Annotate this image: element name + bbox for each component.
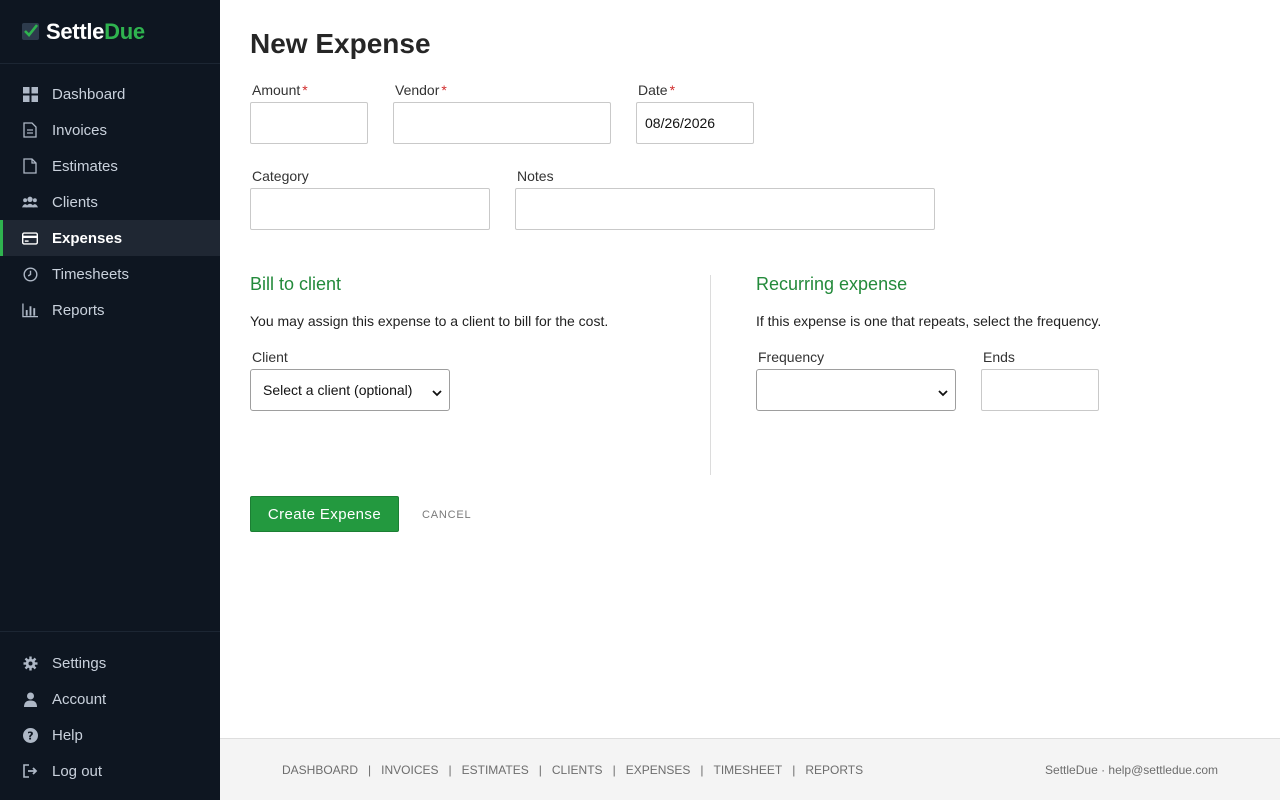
footer-link-estimates[interactable]: ESTIMATES	[462, 763, 529, 777]
sidebar-item-settings[interactable]: Settings	[0, 645, 220, 681]
chevron-down-icon	[938, 385, 948, 401]
vendor-field[interactable]	[393, 102, 611, 144]
amount-field[interactable]	[250, 102, 368, 144]
document-icon	[22, 158, 38, 174]
sidebar-item-timesheets[interactable]: Timesheets	[0, 256, 220, 292]
brand-name: SettleDue	[46, 19, 145, 45]
footer-nav: DASHBOARD | INVOICES | ESTIMATES | CLIEN…	[282, 763, 863, 777]
footer-link-dashboard[interactable]: DASHBOARD	[282, 763, 358, 777]
recurring-expense-heading: Recurring expense	[756, 274, 908, 294]
bill-to-client-heading: Bill to client	[250, 274, 342, 294]
footer-separator: |	[448, 763, 452, 777]
date-label: Date *	[638, 82, 675, 98]
sidebar-item-label: Help	[52, 726, 83, 744]
sidebar-item-label: Estimates	[52, 157, 118, 175]
date-label-text: Date	[638, 82, 668, 98]
footer-link-reports[interactable]: REPORTS	[805, 763, 863, 777]
sidebar-item-label: Settings	[52, 654, 107, 672]
sidebar-bottom-nav: Settings Account ? Help Log out	[0, 631, 220, 789]
required-mark: *	[302, 82, 308, 98]
notes-label: Notes	[517, 168, 554, 184]
sidebar-item-label: Timesheets	[52, 265, 129, 283]
notes-field[interactable]	[515, 188, 935, 230]
footer-contact: SettleDue · help@settledue.com	[1045, 763, 1218, 777]
footer: DASHBOARD | INVOICES | ESTIMATES | CLIEN…	[220, 738, 1280, 800]
sidebar-item-logout[interactable]: Log out	[0, 753, 220, 789]
sidebar-item-invoices[interactable]: Invoices	[0, 112, 220, 148]
brand-name-part2: Due	[104, 18, 145, 44]
footer-separator: |	[368, 763, 372, 777]
sidebar-item-label: Invoices	[52, 121, 108, 139]
create-expense-button[interactable]: Create Expense	[250, 496, 399, 532]
brand-name-part1: Settle	[46, 18, 105, 44]
sidebar-item-reports[interactable]: Reports	[0, 292, 220, 328]
chevron-down-icon	[432, 385, 442, 401]
sidebar: SettleDue Dashboard Invoices Estimates C…	[0, 0, 220, 800]
sidebar-item-label: Expenses	[52, 229, 123, 247]
required-mark: *	[669, 82, 676, 98]
checkmark-icon	[22, 23, 39, 40]
main-content: New Expense Amount * Vendor * Date * 08/26/…	[220, 0, 1280, 738]
category-label: Category	[252, 168, 309, 184]
logout-icon	[22, 763, 38, 779]
sidebar-item-help[interactable]: ? Help	[0, 717, 220, 753]
sidebar-item-account[interactable]: Account	[0, 681, 220, 717]
sidebar-nav: Dashboard Invoices Estimates Clients Exp…	[0, 64, 220, 328]
amount-label: Amount *	[252, 82, 308, 98]
footer-link-invoices[interactable]: INVOICES	[381, 763, 438, 777]
help-icon: ?	[22, 727, 38, 743]
vendor-label: Vendor *	[395, 82, 447, 98]
clock-icon	[22, 266, 38, 282]
cancel-button[interactable]: CANCEL	[422, 509, 471, 521]
footer-link-expenses[interactable]: EXPENSES	[626, 763, 691, 777]
bill-to-client-description: You may assign this expense to a client …	[250, 313, 609, 329]
sidebar-item-clients[interactable]: Clients	[0, 184, 220, 220]
sidebar-item-label: Clients	[52, 193, 98, 211]
footer-separator: |	[538, 763, 542, 777]
svg-text:?: ?	[27, 729, 33, 742]
recurring-expense-description: If this expense is one that repeats, sel…	[756, 313, 1102, 329]
sidebar-item-estimates[interactable]: Estimates	[0, 148, 220, 184]
vendor-label-text: Vendor	[395, 82, 440, 98]
footer-link-timesheet[interactable]: TIMESHEET	[714, 763, 783, 777]
sidebar-item-label: Reports	[52, 301, 105, 319]
footer-separator: |	[700, 763, 704, 777]
date-field[interactable]: 08/26/2026	[636, 102, 754, 144]
frequency-label: Frequency	[758, 349, 825, 365]
page-title: New Expense	[250, 28, 431, 59]
bar-chart-icon	[22, 302, 38, 318]
gear-icon	[22, 655, 38, 671]
sidebar-item-label: Account	[52, 690, 107, 708]
client-select[interactable]: Select a client (optional)	[250, 369, 450, 411]
sidebar-item-expenses[interactable]: Expenses	[0, 220, 220, 256]
sidebar-item-label: Log out	[52, 762, 103, 780]
client-select-value: Select a client (optional)	[263, 382, 413, 398]
brand-logo[interactable]: SettleDue	[0, 0, 220, 64]
footer-separator: |	[792, 763, 796, 777]
invoice-icon	[22, 122, 38, 138]
required-mark: *	[441, 82, 447, 98]
user-icon	[22, 691, 38, 707]
section-divider	[710, 275, 711, 475]
users-icon	[22, 194, 38, 210]
client-label: Client	[252, 349, 288, 365]
footer-separator: |	[612, 763, 616, 777]
sidebar-item-label: Dashboard	[52, 85, 126, 103]
ends-label: Ends	[983, 349, 1015, 365]
amount-label-text: Amount	[252, 82, 301, 98]
footer-link-clients[interactable]: CLIENTS	[552, 763, 603, 777]
credit-card-icon	[22, 230, 38, 246]
sidebar-item-dashboard[interactable]: Dashboard	[0, 76, 220, 112]
dashboard-icon	[22, 86, 38, 102]
category-field[interactable]	[250, 188, 490, 230]
ends-field[interactable]	[981, 369, 1099, 411]
frequency-select[interactable]	[756, 369, 956, 411]
